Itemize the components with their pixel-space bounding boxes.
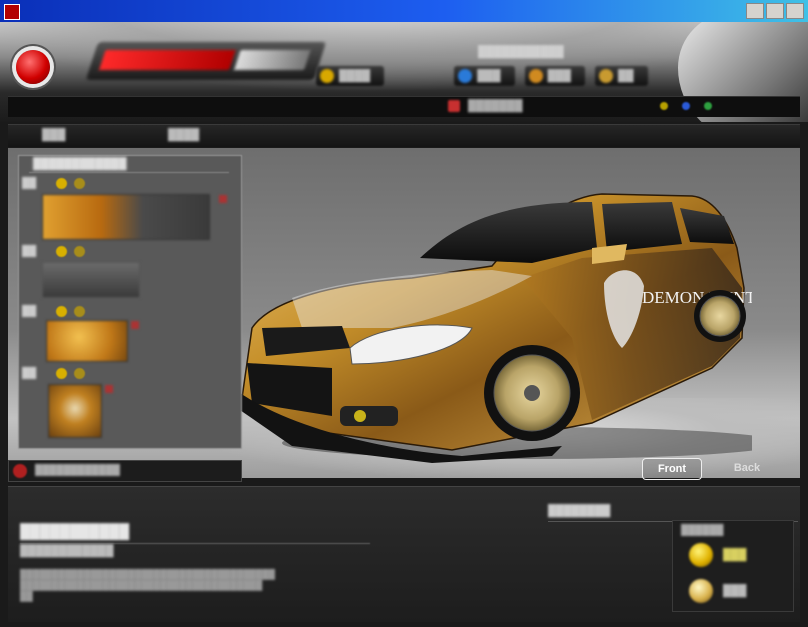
nav-item-label: ████ <box>339 70 371 82</box>
layer-label: ██ <box>22 246 37 257</box>
skull-texture-icon[interactable] <box>48 384 113 438</box>
car-image: DEMON HUNTER <box>237 193 752 463</box>
nav-item-label: ███ <box>547 70 571 82</box>
front-hub <box>524 385 540 401</box>
price-value-alt: ███ <box>723 585 747 597</box>
nav-item-3[interactable]: ███ <box>524 66 585 86</box>
front-view-button[interactable]: Front <box>642 458 702 480</box>
item-divider <box>20 543 370 544</box>
remove-icon[interactable] <box>105 385 113 393</box>
tab-1[interactable]: ███ <box>42 129 65 141</box>
panel-title: ████████████ <box>33 158 127 170</box>
item-title: ███████████ <box>20 523 130 539</box>
section-strip: ███████ <box>8 96 800 117</box>
coin-icon <box>56 178 67 189</box>
coin-icon <box>56 246 67 257</box>
side-window <box>602 202 682 252</box>
layer-label: ██ <box>22 306 37 317</box>
main-nav: ████ ███ ███ ██ <box>316 66 648 86</box>
remove-icon[interactable] <box>131 321 139 329</box>
window-controls <box>746 3 804 19</box>
red-round-button-icon[interactable] <box>16 50 50 84</box>
item-subtitle: ████████████ <box>20 545 114 557</box>
footer-label: ████████████ <box>35 465 121 476</box>
coin-icon <box>56 368 67 379</box>
price-header: ██████ <box>681 525 724 536</box>
section-label: ███████ <box>468 100 523 112</box>
back-view-button[interactable]: Back <box>718 458 776 478</box>
title-bar <box>0 0 808 22</box>
flame-icon <box>448 100 460 112</box>
coin-icon <box>56 306 67 317</box>
layer-label: ██ <box>22 178 37 189</box>
logo-red-mark <box>99 50 236 70</box>
back-arrow-icon <box>13 464 27 478</box>
app-icon <box>4 4 20 20</box>
coin-icon <box>74 246 85 257</box>
coin-icon <box>74 368 85 379</box>
remove-icon[interactable] <box>219 195 227 203</box>
silver-coin-icon[interactable] <box>689 579 713 603</box>
globe-icon <box>458 69 473 83</box>
price-box: ██████ ███ ███ <box>672 520 794 612</box>
nav-item-label: ███ <box>477 70 501 82</box>
user-icon <box>598 69 613 83</box>
close-window-button[interactable] <box>786 3 804 19</box>
nav-item-2[interactable]: ███ <box>454 66 515 86</box>
account-info: ███████████ <box>478 46 564 58</box>
layer-thumb-full[interactable] <box>42 194 227 240</box>
nav-item-1[interactable]: ████ <box>316 66 385 86</box>
tab-strip: ███ ████ <box>8 124 800 147</box>
coin-icon <box>74 306 85 317</box>
nav-item-label: ██ <box>617 70 634 82</box>
minimize-button[interactable] <box>746 3 764 19</box>
yellow-dot-icon[interactable] <box>660 102 668 110</box>
layer-thumb-side[interactable] <box>42 262 140 298</box>
fog-light-housing <box>340 406 398 426</box>
coin-icon <box>74 178 85 189</box>
windshield <box>420 202 597 263</box>
payment-label: ████████ <box>548 505 611 517</box>
rear-rim <box>699 295 741 337</box>
panel-divider <box>29 172 229 173</box>
maximize-button[interactable] <box>766 3 784 19</box>
green-dot-icon[interactable] <box>704 102 712 110</box>
nav-item-4[interactable]: ██ <box>594 66 648 86</box>
flame-texture-icon[interactable] <box>46 320 139 362</box>
cart-icon <box>528 69 543 83</box>
fog-light <box>354 410 366 422</box>
gold-coin-icon[interactable] <box>689 543 713 567</box>
tab-2[interactable]: ████ <box>168 129 199 141</box>
item-description: ████████████████████████████████████████… <box>20 569 276 601</box>
blue-dot-icon[interactable] <box>682 102 690 110</box>
price-value-gold: ███ <box>723 549 747 561</box>
coin-icon <box>320 69 334 83</box>
color-dots <box>660 102 712 110</box>
window-title <box>26 4 29 18</box>
logo-gray-mark <box>234 50 311 70</box>
panel-footer[interactable]: ████████████ <box>8 460 242 482</box>
app-logo <box>85 42 327 80</box>
layer-label: ██ <box>22 368 37 379</box>
